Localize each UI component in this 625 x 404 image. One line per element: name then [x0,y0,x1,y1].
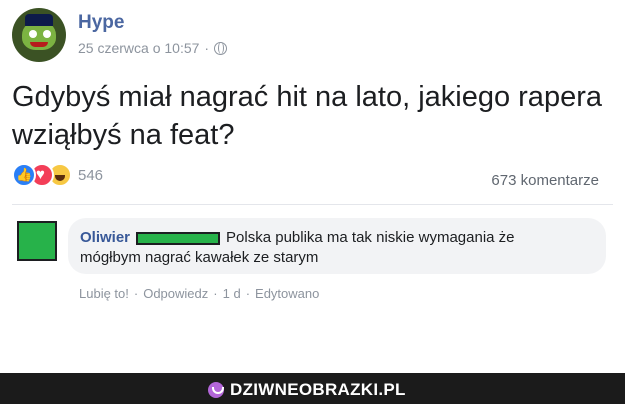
brand-watermark: DZIWNEOBRAZKI.PL [208,380,406,400]
reaction-count[interactable]: 546 [78,167,103,184]
globe-icon[interactable] [214,41,228,55]
reply-link[interactable]: Odpowiedz [143,286,208,301]
comments-count-link[interactable]: 673 komentarze [491,172,599,189]
brand-text: DZIWNEOBRAZKI.PL [230,380,406,399]
page-avatar[interactable] [12,8,66,62]
like-reaction-icon [12,163,36,187]
reactions-summary[interactable]: 546 [12,163,103,187]
eye-icon [29,30,37,38]
page-name-link[interactable]: Hype [78,12,124,34]
eye-icon [43,30,51,38]
edited-label[interactable]: Edytowano [255,286,319,301]
meta-separator: · [204,40,210,56]
comment-line-1: Oliwier Polska publika ma tak niskie wym… [80,229,515,247]
comment-avatar-censored[interactable] [17,221,57,261]
action-separator: · [245,286,251,301]
watermark-footer: DZIWNEOBRAZKI.PL [0,373,625,404]
mouth-icon [30,42,48,47]
post-text: Gdybyś miał nagrać hit na lato, jakiego … [12,81,602,151]
divider [12,204,613,205]
hat-icon [25,14,53,26]
comment-author-link[interactable]: Oliwier [80,229,130,247]
action-separator: · [213,286,218,301]
comment-time-link[interactable]: 1 d [223,286,241,301]
post-date-link[interactable]: 25 czerwca o 10:57 [78,40,199,56]
post-meta: 25 czerwca o 10:57 · [78,40,228,56]
comment-actions: Lubię to! · Odpowiedz · 1 d · Edytowano [79,286,319,301]
censored-name-bar [136,231,221,245]
comment-bubble: Oliwier Polska publika ma tak niskie wym… [68,218,606,274]
action-separator: · [133,286,139,301]
comment-text-line-2: mógłbym nagrać kawałek ze starym [80,249,319,266]
smiley-icon [208,382,224,398]
like-comment-link[interactable]: Lubię to! [79,286,129,301]
comment-text-line-1: Polska publika ma tak niskie wymagania ż… [226,229,515,246]
